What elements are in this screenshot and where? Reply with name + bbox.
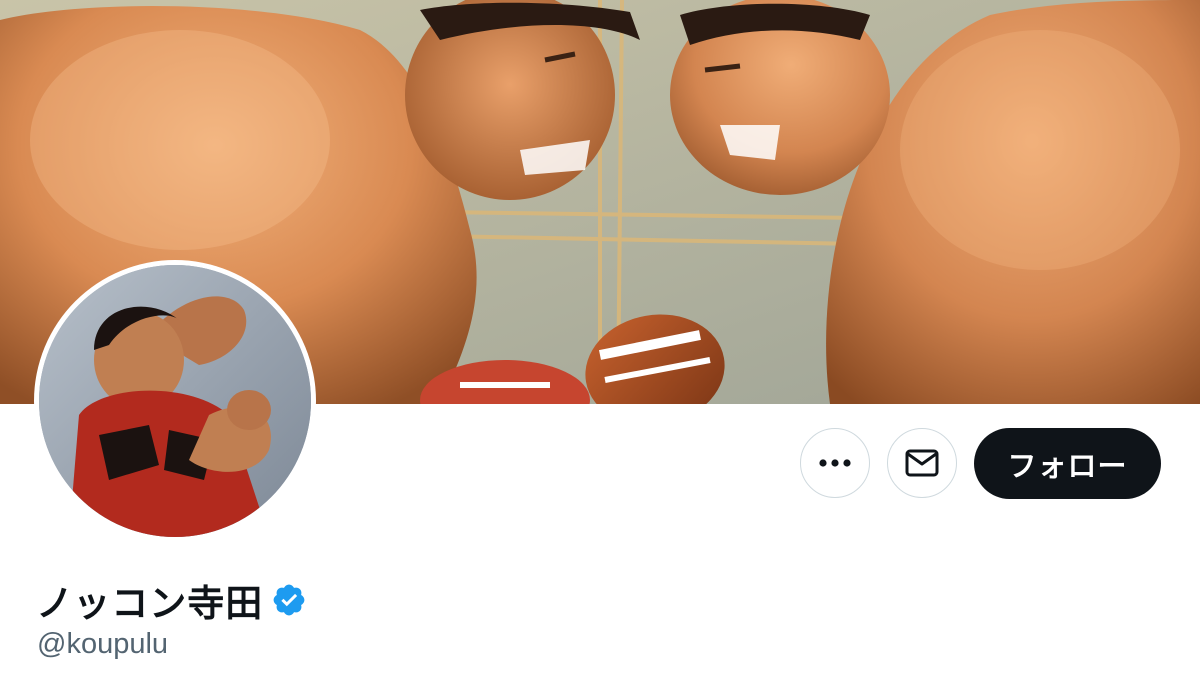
mail-icon — [905, 449, 939, 477]
display-name: ノッコン寺田 — [36, 582, 264, 625]
follow-button-label: フォロー — [1007, 448, 1128, 483]
verified-badge-icon[interactable] — [271, 582, 307, 618]
more-horizontal-icon — [818, 458, 852, 468]
follow-button[interactable]: フォロー — [974, 428, 1161, 499]
user-handle: @koupulu — [37, 628, 169, 660]
more-options-button[interactable] — [800, 428, 870, 498]
message-button[interactable] — [887, 428, 957, 498]
avatar-photo — [39, 265, 311, 537]
profile-avatar[interactable] — [34, 260, 316, 542]
profile-page: フォロー ノッコン寺田 @koupulu — [0, 0, 1200, 676]
display-name-row: ノッコン寺田 — [36, 570, 307, 630]
